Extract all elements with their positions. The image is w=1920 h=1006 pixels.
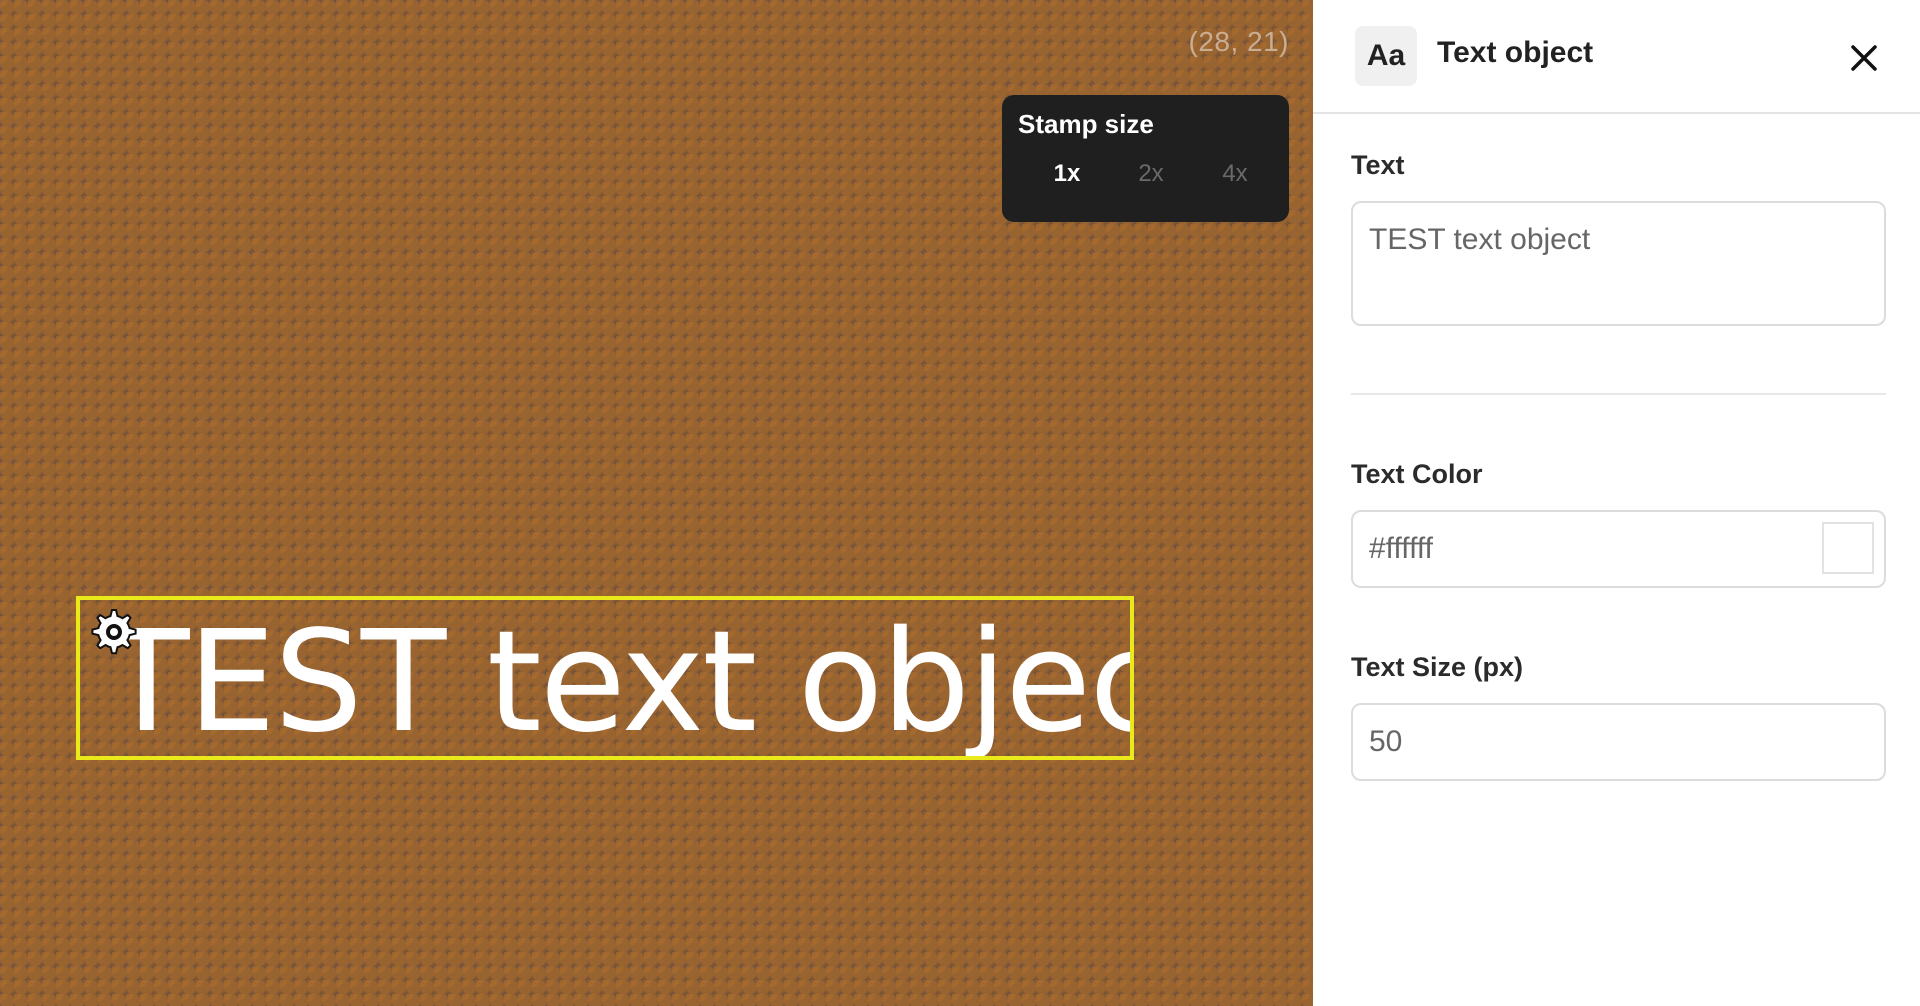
panel-body: Text TEST text object Text Color Text Si… — [1313, 150, 1920, 781]
cursor-coordinates: (28, 21) — [1188, 26, 1289, 57]
text-content-input[interactable]: TEST text object — [1351, 201, 1886, 326]
properties-panel: Aa Text object Text TEST text object Tex… — [1313, 0, 1920, 1006]
stamp-size-title: Stamp size — [1018, 109, 1154, 139]
stamp-size-panel: Stamp size 1x 2x 4x — [1002, 95, 1289, 222]
close-icon[interactable] — [1844, 38, 1884, 78]
panel-title: Text object — [1437, 36, 1594, 69]
text-color-label: Text Color — [1351, 459, 1483, 489]
stamp-size-1x[interactable]: 1x — [1046, 160, 1088, 188]
section-divider — [1351, 393, 1886, 395]
text-size-label: Text Size (px) — [1351, 652, 1524, 682]
text-object-content: TEST text object — [104, 601, 1134, 760]
app-root: (28, 21) Stamp size 1x 2x 4x TEST text o… — [0, 0, 1920, 1006]
text-color-input[interactable] — [1351, 510, 1886, 588]
stamp-size-options: 1x 2x 4x — [1018, 160, 1273, 188]
stamp-size-4x[interactable]: 4x — [1214, 160, 1256, 188]
text-type-badge: Aa — [1355, 26, 1417, 86]
text-color-row — [1351, 510, 1886, 588]
text-object-selection[interactable]: TEST text object — [76, 596, 1134, 760]
text-size-input[interactable] — [1351, 703, 1886, 781]
color-swatch[interactable] — [1822, 522, 1874, 574]
map-canvas[interactable]: (28, 21) Stamp size 1x 2x 4x TEST text o… — [0, 0, 1313, 1006]
text-size-row — [1351, 703, 1886, 781]
gear-icon[interactable] — [84, 604, 140, 660]
stamp-size-2x[interactable]: 2x — [1130, 160, 1172, 188]
text-field-label: Text — [1351, 150, 1405, 180]
panel-header: Aa Text object — [1313, 0, 1920, 114]
